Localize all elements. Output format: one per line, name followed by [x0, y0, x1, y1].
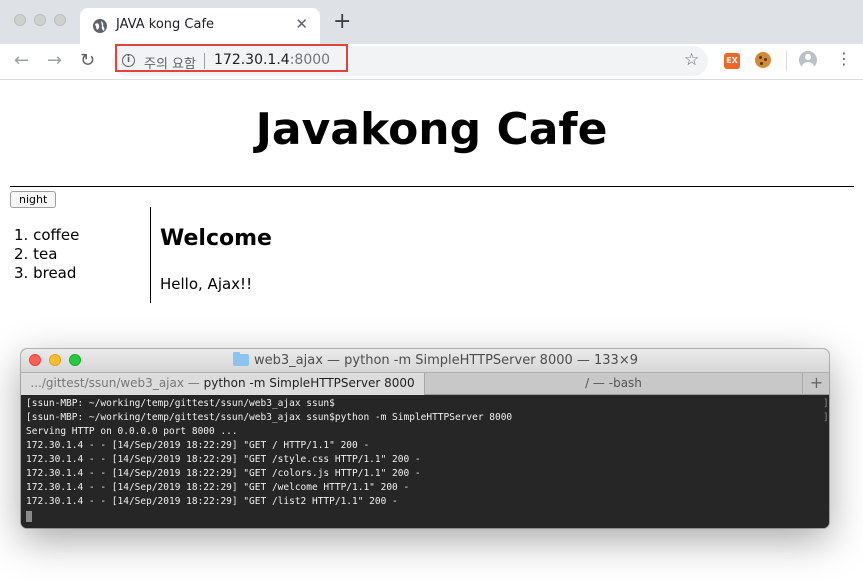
nav-item-coffee[interactable]: 1. coffee — [14, 226, 79, 245]
nav-link-tea[interactable]: tea — [33, 245, 57, 263]
terminal-title: web3_ajax — python -m SimpleHTTPServer 8… — [254, 353, 638, 368]
terminal-line: [ssun-MBP: ~/working/temp/gittest/ssun/w… — [26, 398, 335, 409]
nav-link-coffee[interactable]: coffee — [33, 226, 79, 244]
window-zoom-button[interactable] — [54, 14, 66, 26]
terminal-line: 172.30.1.4 - - [14/Sep/2019 18:22:29] "G… — [26, 468, 421, 479]
terminal-new-tab-button[interactable]: + — [802, 373, 829, 395]
terminal-zoom-button[interactable] — [69, 354, 81, 366]
nav-item-tea[interactable]: 2. tea — [14, 245, 79, 264]
tab-title: JAVA kong Cafe — [116, 17, 215, 32]
page-title: Javakong Cafe — [255, 104, 608, 155]
terminal-line: 172.30.1.4 - - [14/Sep/2019 18:22:29] "G… — [26, 482, 410, 493]
terminal-tab-server[interactable]: .../gittest/ssun/web3_ajax — python -m S… — [21, 373, 425, 395]
cookie-extension-icon[interactable] — [755, 52, 771, 68]
article-body: Hello, Ajax!! — [160, 275, 253, 293]
nav-link-bread[interactable]: bread — [33, 264, 76, 282]
title-divider — [10, 186, 854, 187]
browser-tab-bar: JAVA kong Cafe ✕ + — [0, 0, 863, 44]
terminal-tab-command: python -m SimpleHTTPServer 8000 — [203, 376, 415, 390]
toolbar-divider — [786, 51, 787, 71]
terminal-titlebar[interactable]: web3_ajax — python -m SimpleHTTPServer 8… — [21, 349, 829, 372]
terminal-window[interactable]: web3_ajax — python -m SimpleHTTPServer 8… — [21, 349, 829, 528]
terminal-line-marker: ] — [823, 398, 829, 409]
night-button[interactable]: night — [10, 191, 57, 208]
terminal-line: [ssun-MBP: ~/working/temp/gittest/ssun/w… — [26, 412, 513, 423]
terminal-line: Serving HTTP on 0.0.0.0 port 8000 ... — [26, 426, 238, 437]
browser-menu-icon[interactable]: ⋮ — [836, 49, 852, 69]
back-button[interactable]: ← — [14, 49, 29, 73]
tab-close-icon[interactable]: ✕ — [295, 15, 308, 33]
folder-icon — [233, 352, 249, 366]
nav-item-bread[interactable]: 3. bread — [14, 264, 79, 283]
terminal-close-button[interactable] — [29, 354, 41, 366]
forward-button[interactable]: → — [47, 49, 62, 73]
reload-button[interactable]: ↻ — [80, 49, 95, 73]
article-heading: Welcome — [160, 226, 272, 251]
terminal-line: 172.30.1.4 - - [14/Sep/2019 18:22:29] "G… — [26, 454, 421, 465]
bookmark-star-icon[interactable]: ☆ — [684, 50, 699, 70]
terminal-line: 172.30.1.4 - - [14/Sep/2019 18:22:29] "G… — [26, 440, 370, 451]
terminal-tab-bash[interactable]: / — -bash — [425, 373, 802, 395]
browser-tab-active[interactable]: JAVA kong Cafe ✕ — [80, 8, 320, 44]
window-minimize-button[interactable] — [34, 14, 46, 26]
url-highlight-box — [115, 44, 348, 72]
window-close-button[interactable] — [14, 14, 26, 26]
new-tab-button[interactable]: + — [333, 10, 351, 34]
globe-icon — [93, 19, 107, 33]
content-divider — [150, 207, 151, 303]
terminal-cursor — [26, 511, 32, 522]
nav-list: 1. coffee 2. tea 3. bread — [14, 226, 79, 283]
terminal-line: 172.30.1.4 - - [14/Sep/2019 18:22:29] "G… — [26, 496, 398, 507]
profile-avatar-icon[interactable] — [799, 51, 817, 69]
terminal-tab-bar: .../gittest/ssun/web3_ajax — python -m S… — [21, 372, 829, 395]
terminal-output[interactable]: [ssun-MBP: ~/working/temp/gittest/ssun/w… — [21, 396, 829, 528]
terminal-line-marker: ] — [823, 412, 829, 423]
extension-icon[interactable]: EX — [724, 53, 740, 69]
terminal-tab-path: .../gittest/ssun/web3_ajax — — [30, 376, 204, 390]
terminal-minimize-button[interactable] — [49, 354, 61, 366]
